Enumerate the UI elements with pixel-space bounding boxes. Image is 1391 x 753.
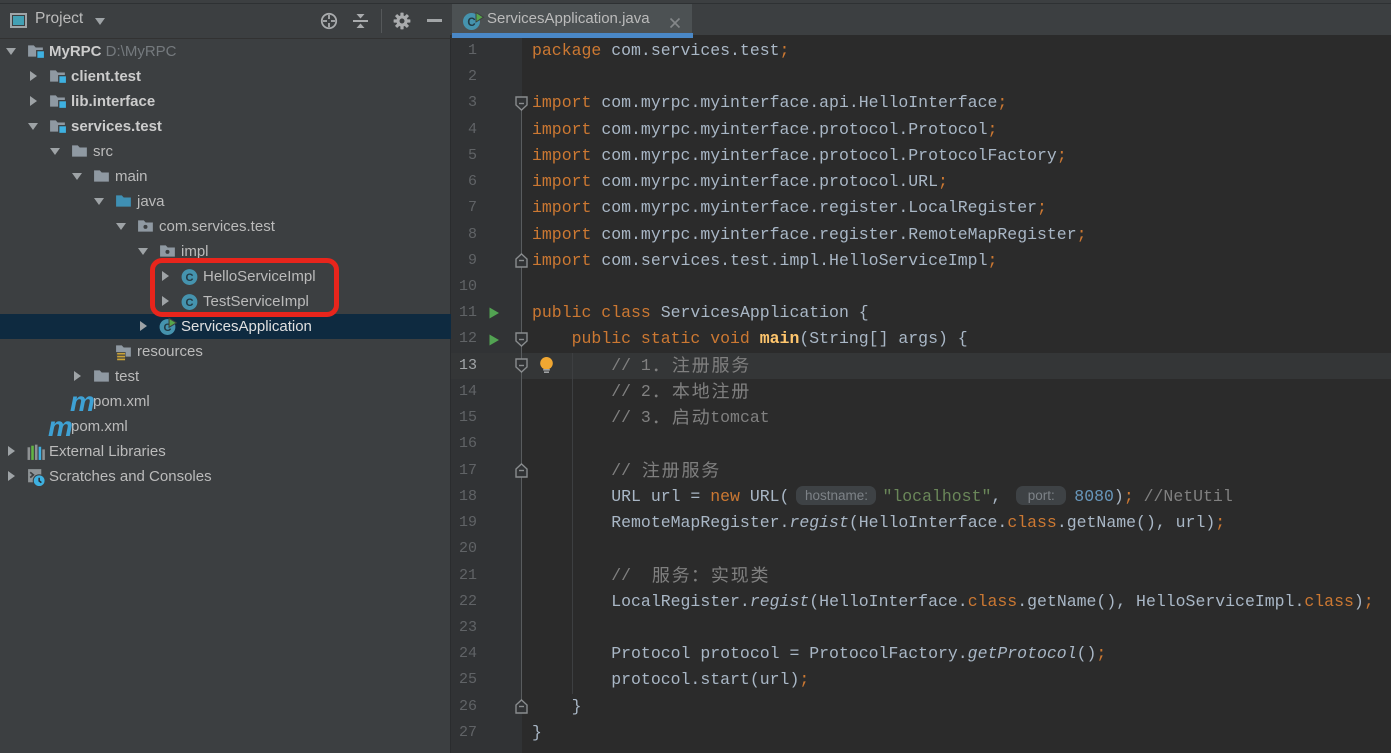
svg-text:C: C	[467, 17, 475, 29]
